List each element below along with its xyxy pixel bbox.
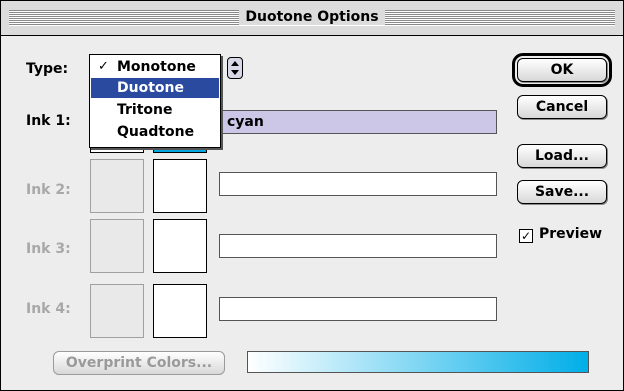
cancel-button[interactable]: Cancel [517,95,607,119]
load-button[interactable]: Load... [517,144,607,168]
menu-item-duotone[interactable]: Duotone [91,78,219,98]
ink3-name-field [219,234,497,258]
type-label: Type: [26,61,69,77]
window-title: Duotone Options [1,9,623,25]
ink2-label: Ink 2: [26,182,71,198]
preview-label: Preview [539,226,603,242]
ink3-color-swatch [153,219,207,273]
menu-item-tritone[interactable]: Tritone [91,100,219,120]
overprint-colors-button[interactable]: Overprint Colors... [53,351,225,375]
ink4-color-swatch [153,284,207,338]
gradient-ramp [247,351,589,373]
ink3-curve-box [90,219,144,273]
save-button[interactable]: Save... [517,180,607,204]
ink2-color-swatch [153,159,207,213]
type-popup-arrow-icon[interactable] [227,57,243,79]
checkmark-icon: ✓ [520,229,532,243]
menu-item-label: Tritone [117,102,173,118]
menu-item-label: Duotone [117,80,184,96]
menu-item-label: Monotone [117,59,196,75]
menu-item-monotone[interactable]: ✓ Monotone [91,57,219,77]
type-dropdown-menu[interactable]: ✓ Monotone Duotone Tritone Quadtone [89,54,221,148]
ink2-curve-box [90,159,144,213]
title-bar[interactable]: Duotone Options [1,1,623,36]
ink4-curve-box [90,284,144,338]
duotone-options-dialog: Duotone Options Type: Ink 1: cyan ✓ Mono… [0,0,624,391]
menu-item-label: Quadtone [117,124,195,140]
ink4-label: Ink 4: [26,301,71,317]
menu-item-quadtone[interactable]: Quadtone [91,122,219,142]
ink1-name-field[interactable]: cyan [219,110,497,134]
checkmark-icon: ✓ [98,59,109,74]
ink3-label: Ink 3: [26,241,71,257]
preview-checkbox[interactable]: ✓ [519,229,533,243]
ink1-label: Ink 1: [26,113,71,129]
ink2-name-field [219,172,497,196]
ink4-name-field [219,297,497,321]
ok-button[interactable]: OK [512,53,612,87]
